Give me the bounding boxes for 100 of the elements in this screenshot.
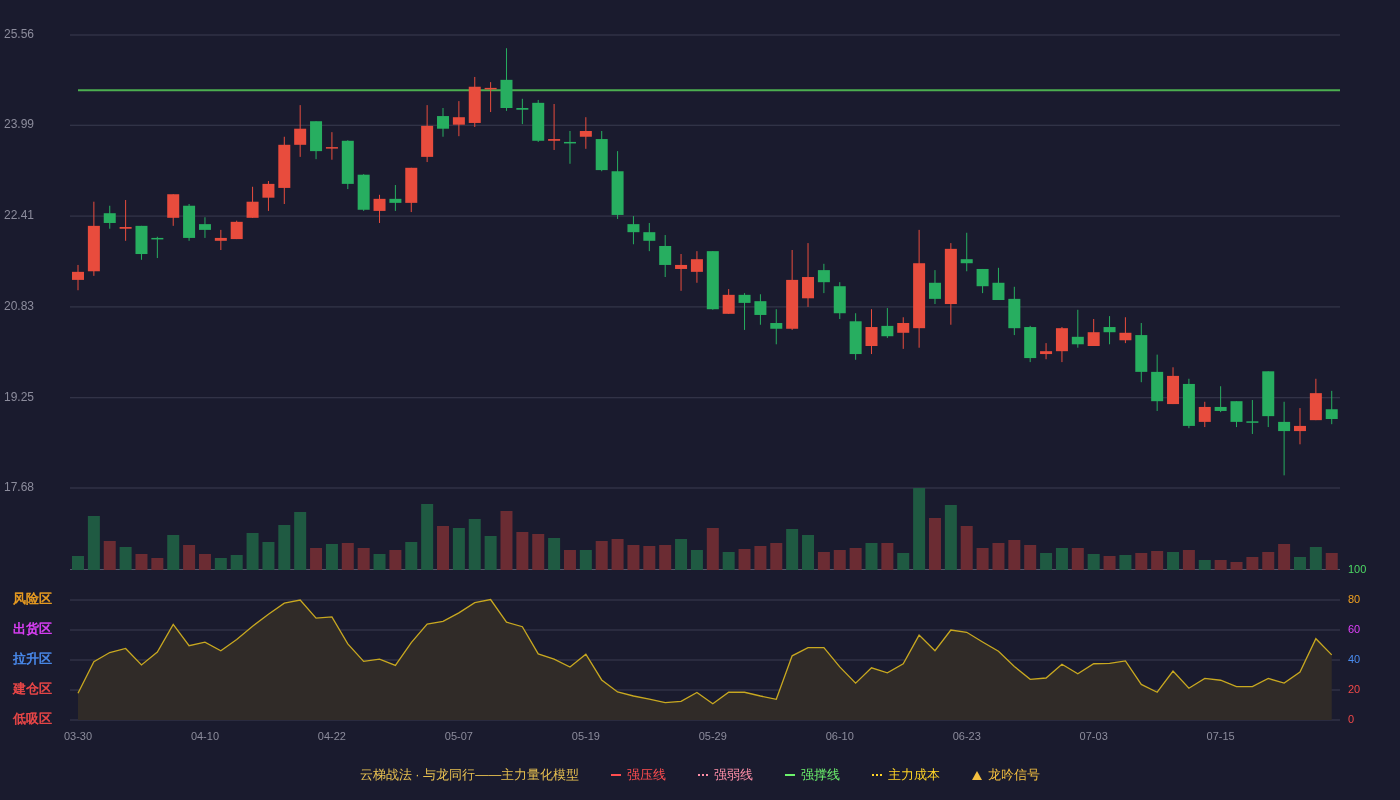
axis-label: 07-03 bbox=[1079, 729, 1108, 742]
volume-bar bbox=[246, 533, 259, 570]
candlestick bbox=[135, 225, 148, 261]
candlestick bbox=[865, 308, 878, 355]
volume-bar bbox=[151, 558, 164, 570]
candlestick bbox=[722, 288, 735, 315]
candlestick bbox=[278, 136, 291, 205]
candlestick bbox=[516, 98, 529, 125]
candlestick bbox=[611, 150, 624, 220]
candlestick bbox=[802, 242, 814, 308]
candlestick bbox=[627, 215, 640, 245]
volume-bar bbox=[1040, 553, 1053, 570]
volume-bar bbox=[1103, 556, 1116, 570]
candlestick bbox=[484, 81, 497, 113]
zone-label: 拉升区 bbox=[13, 651, 52, 667]
candlestick bbox=[1294, 407, 1306, 445]
axis-label: 40 bbox=[1348, 652, 1361, 665]
volume-bar bbox=[183, 545, 196, 570]
volume-bar bbox=[1055, 548, 1068, 570]
candlestick bbox=[1071, 309, 1084, 349]
volume-bar bbox=[833, 550, 846, 570]
candlestick bbox=[357, 173, 370, 212]
volume-bar bbox=[1167, 552, 1180, 570]
axis-label: 100 bbox=[1348, 562, 1367, 575]
axis-label: 03-30 bbox=[63, 729, 93, 742]
candlestick bbox=[992, 267, 1005, 301]
legend-label: 强弱线 bbox=[714, 766, 754, 785]
volume-bar bbox=[738, 549, 751, 570]
volume-bar bbox=[421, 504, 434, 570]
volume-bar bbox=[1214, 560, 1227, 570]
candlestick bbox=[421, 104, 434, 163]
volume-bar bbox=[1198, 560, 1211, 570]
candlestick bbox=[976, 268, 989, 294]
volume-bar bbox=[563, 550, 576, 570]
candlestick bbox=[1008, 286, 1021, 336]
volume-bar bbox=[1294, 557, 1306, 570]
volume-bar bbox=[500, 511, 513, 570]
axis-label: 0 bbox=[1348, 712, 1355, 725]
volume-bar bbox=[944, 505, 957, 570]
candlestick bbox=[849, 312, 862, 361]
axis-label: 20 bbox=[1348, 682, 1361, 695]
volume-bar bbox=[548, 538, 561, 570]
axis-label: 06-10 bbox=[825, 729, 854, 742]
volume-bar bbox=[452, 528, 465, 570]
volume-bar bbox=[611, 539, 624, 570]
volume-bar bbox=[675, 539, 688, 570]
candlestick bbox=[1135, 322, 1148, 383]
candlestick bbox=[595, 130, 608, 172]
candlestick bbox=[1198, 401, 1211, 428]
volume-bar bbox=[929, 518, 941, 570]
candlestick bbox=[548, 103, 561, 151]
volume-bar bbox=[72, 556, 84, 570]
volume-bar bbox=[643, 546, 656, 570]
volume-bar bbox=[992, 543, 1005, 570]
candlestick bbox=[373, 194, 386, 224]
axis-label: 06-23 bbox=[952, 729, 981, 742]
volume-bar bbox=[516, 532, 529, 570]
candlestick bbox=[738, 292, 751, 331]
volume-bar bbox=[230, 555, 243, 570]
candlestick bbox=[167, 193, 180, 227]
volume-bar bbox=[294, 512, 307, 570]
volume-bar bbox=[87, 516, 100, 570]
candlestick bbox=[1262, 370, 1275, 428]
candlestick bbox=[405, 167, 418, 213]
axis-label: 80 bbox=[1348, 592, 1361, 605]
volume-bar bbox=[1119, 555, 1132, 570]
volume-bar bbox=[881, 543, 894, 570]
volume-bar bbox=[357, 548, 370, 570]
volume-bar bbox=[1182, 550, 1195, 570]
candlestick bbox=[1103, 315, 1116, 345]
axis-label: 04-10 bbox=[190, 729, 220, 742]
volume-bar bbox=[103, 541, 116, 570]
candlestick bbox=[341, 139, 354, 190]
volume-bar bbox=[1325, 553, 1338, 570]
candlestick bbox=[151, 236, 164, 259]
candlestick bbox=[659, 234, 672, 278]
legend-label: 龙吟信号 bbox=[988, 766, 1041, 785]
candlestick bbox=[1182, 378, 1195, 429]
candlestick bbox=[103, 205, 116, 230]
volume-bar bbox=[897, 553, 910, 570]
axis-label: 05-29 bbox=[698, 729, 727, 742]
candlestick bbox=[1024, 325, 1037, 363]
legend-title: 云梯战法 · 与龙同行——主力量化模型 bbox=[359, 766, 580, 785]
volume-bar bbox=[706, 528, 719, 570]
volume-bar bbox=[405, 542, 418, 570]
candlestick bbox=[262, 180, 275, 212]
candlestick bbox=[1214, 385, 1227, 413]
candlestick bbox=[437, 107, 449, 138]
volume-bar bbox=[278, 525, 291, 570]
volume-bar bbox=[389, 550, 402, 570]
volume-bar bbox=[1262, 552, 1275, 570]
volume-bar bbox=[754, 546, 767, 570]
candlestick bbox=[230, 220, 243, 240]
volume-bar bbox=[373, 554, 386, 570]
volume-bar bbox=[786, 529, 799, 570]
volume-bar bbox=[1071, 548, 1084, 570]
axis-label: 22.41 bbox=[4, 208, 35, 223]
volume-bar bbox=[437, 526, 449, 570]
candlestick bbox=[183, 203, 196, 242]
volume-bar bbox=[310, 548, 323, 570]
